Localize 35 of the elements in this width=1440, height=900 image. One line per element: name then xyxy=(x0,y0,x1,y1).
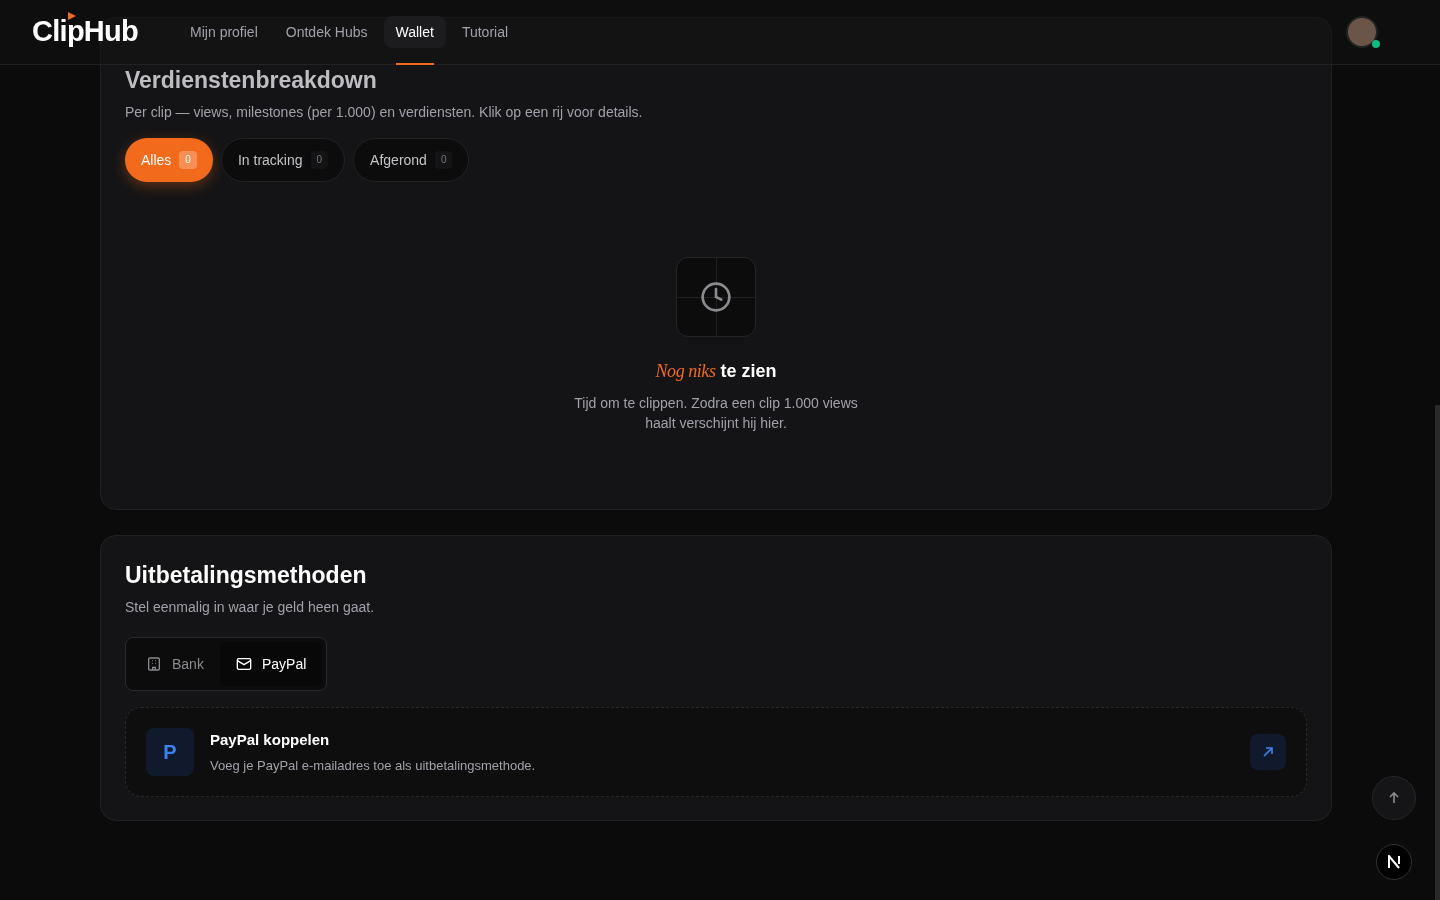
avatar[interactable] xyxy=(1346,16,1378,48)
section-subtitle: Per clip — views, milestones (per 1.000) en verdiensten. Klik op een rij voor details. xyxy=(125,103,643,122)
filter-label: In tracking xyxy=(237,151,303,170)
count-badge: 0 xyxy=(179,150,197,170)
nav-tab[interactable]: Tutorial xyxy=(449,16,521,48)
building-icon xyxy=(146,656,162,672)
active-tab-underline xyxy=(395,63,434,65)
connect-card[interactable]: P PayPal koppelen Voeg je PayPal e-mailadres toe als uitbetalingsmethode. xyxy=(125,707,1307,797)
triangle-icon xyxy=(68,12,76,21)
clock-icon xyxy=(700,281,732,313)
dev-indicator-button[interactable] xyxy=(1376,844,1412,880)
section-subtitle: Stel eenmalig in waar je geld heen gaat. xyxy=(125,598,375,617)
count-badge: 0 xyxy=(434,150,453,170)
method-tab[interactable]: Bank xyxy=(130,642,220,686)
method-tab[interactable]: PayPal xyxy=(219,642,323,686)
filter-pill[interactable]: Afgerond 0 xyxy=(353,138,470,182)
connect-description: Voeg je PayPal e-mailadres toe als uitbetalingsmethode. xyxy=(210,756,536,775)
nav-tab[interactable]: Mijn profiel xyxy=(178,16,270,48)
paypal-badge: P xyxy=(146,728,194,776)
mail-icon xyxy=(235,656,252,672)
count-badge: 0 xyxy=(310,150,329,170)
empty-title: Nog niks te zien xyxy=(655,360,777,383)
arrow-up-icon xyxy=(1387,791,1401,805)
filter-label: Alles xyxy=(141,151,172,170)
section-title: Uitbetalingsmethoden xyxy=(125,561,367,589)
arrow-up-right-icon xyxy=(1262,746,1274,758)
brand-logo[interactable]: ClipHub xyxy=(32,15,139,48)
empty-text: Tijd om te clippen. Zodra een clip 1.000 views haalt verschijnt hij hier. xyxy=(573,394,859,433)
section-title: Verdienstenbreakdown xyxy=(125,66,377,94)
filter-pill[interactable]: In tracking 0 xyxy=(220,138,346,182)
nav-tab[interactable]: Ontdek Hubs xyxy=(273,16,380,48)
open-button[interactable] xyxy=(1250,734,1286,770)
filter-label: Afgerond xyxy=(370,151,427,170)
n-logo-icon xyxy=(1387,855,1401,869)
connect-title: PayPal koppelen xyxy=(210,730,331,750)
